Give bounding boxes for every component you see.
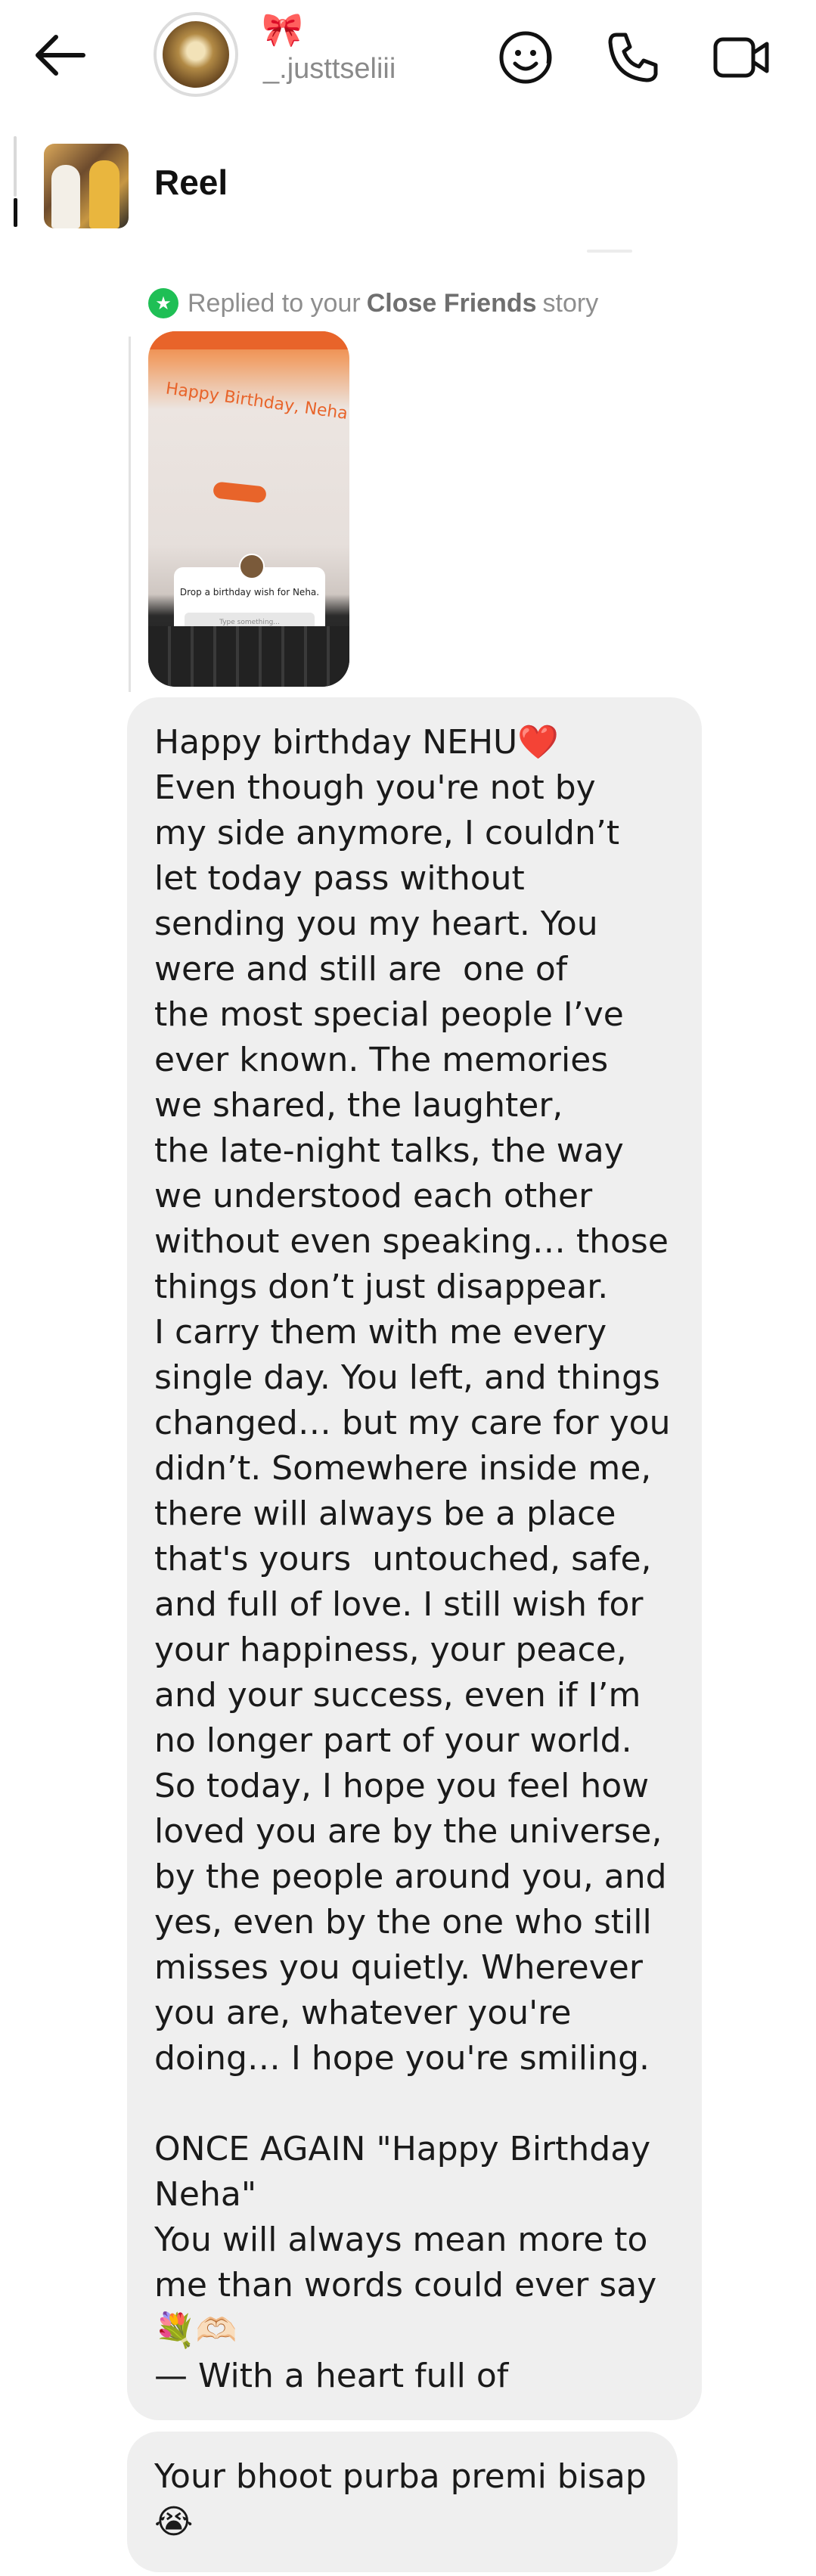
divider	[587, 250, 632, 253]
profile-avatar[interactable]	[154, 12, 238, 97]
message-bubble[interactable]: Happy birthday NEHU❤️ Even though you're…	[127, 697, 702, 2420]
name-emoji: 🎀	[262, 11, 303, 49]
sticker-face-icon[interactable]	[495, 27, 556, 88]
keyboard-image	[148, 626, 349, 687]
story-reply-line	[129, 337, 131, 692]
reply-thread-bar	[14, 136, 18, 227]
message-bubble[interactable]: Your bhoot purba premi bisap 😭	[127, 2432, 678, 2572]
chat-header: 🎀 _.justtseliii	[0, 0, 816, 113]
story-button	[213, 481, 267, 504]
story-card-avatar	[239, 554, 265, 579]
story-reply-context: ★ Replied to your Close Friends story	[148, 286, 598, 321]
story-thumbnail[interactable]: Happy Birthday, Neha ❤ Drop a birthday w…	[148, 331, 349, 687]
reel-thumbnail[interactable]	[44, 144, 129, 228]
reply-suffix: story	[542, 288, 599, 318]
username[interactable]: _.justtseliii	[263, 53, 396, 85]
reply-prefix: Replied to your	[188, 288, 361, 318]
avatar-image	[163, 21, 229, 88]
story-headline: Happy Birthday, Neha ❤	[164, 379, 349, 427]
video-camera-icon[interactable]	[711, 27, 771, 88]
back-arrow-icon[interactable]	[30, 29, 91, 82]
close-friends-star-icon: ★	[148, 288, 178, 318]
story-card-text: Drop a birthday wish for Neha.	[179, 587, 320, 597]
phone-icon[interactable]	[601, 27, 662, 88]
reel-label: Reel	[154, 163, 228, 202]
close-friends-label: Close Friends	[366, 288, 537, 318]
